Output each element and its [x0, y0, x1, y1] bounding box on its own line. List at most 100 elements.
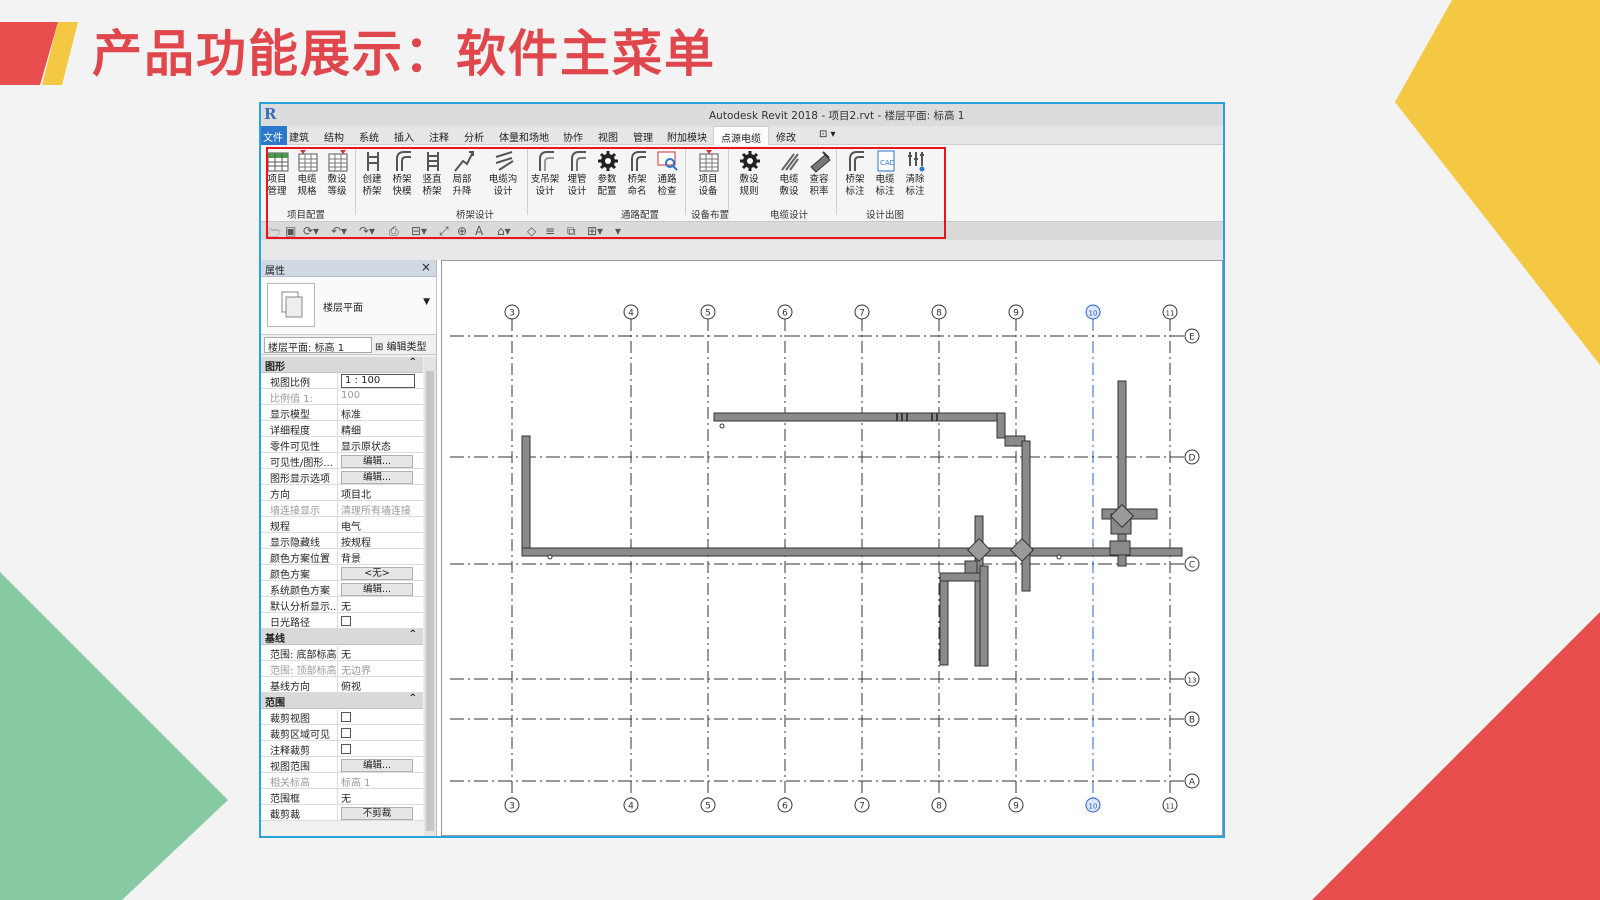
- drawing-canvas[interactable]: 3 3 4 4 5 5 6 6 7 7 8 8 9 9 10 10 11 11 E D C 13 B A: [441, 260, 1223, 836]
- tab-systems[interactable]: 系统: [359, 129, 379, 144]
- support-design-button[interactable]: 支吊架 设计: [528, 148, 562, 210]
- tab-structure[interactable]: 结构: [324, 129, 344, 144]
- edit-button[interactable]: 编辑...: [341, 471, 413, 484]
- tab-cable-plugin[interactable]: 点源电缆: [713, 126, 769, 146]
- cable-tray[interactable]: [521, 435, 531, 557]
- laying-grade-button[interactable]: 敷设 等级: [323, 148, 351, 210]
- property-value[interactable]: 编辑...: [338, 581, 423, 596]
- cable-tag-button[interactable]: CAD 电缆 标注: [871, 148, 899, 210]
- vertical-tray-button[interactable]: 竖直 桥架: [418, 148, 446, 210]
- property-section-header[interactable]: 图形 ⌃: [261, 357, 423, 373]
- property-value[interactable]: [338, 741, 423, 756]
- scrollbar-thumb[interactable]: [426, 371, 434, 831]
- print-icon[interactable]: ⎙: [389, 224, 399, 239]
- dimension-icon[interactable]: ⤢: [439, 224, 449, 239]
- floor-plan-drawing[interactable]: 3 3 4 4 5 5 6 6 7 7 8 8 9 9 10 10 11 11 E D C 13 B A: [442, 261, 1222, 835]
- property-value[interactable]: [338, 613, 423, 628]
- tab-manage[interactable]: 管理: [633, 129, 653, 144]
- collapse-icon[interactable]: ⌃: [409, 693, 417, 704]
- local-lift-button[interactable]: 局部 升降: [448, 148, 476, 210]
- edit-button[interactable]: <无>: [341, 567, 413, 580]
- customize-qat-icon[interactable]: ▾: [615, 224, 621, 238]
- checkbox[interactable]: [341, 728, 351, 738]
- collapse-icon[interactable]: ⌃: [409, 357, 417, 368]
- tab-addins[interactable]: 附加模块: [667, 129, 707, 144]
- switch-windows-icon[interactable]: ⊞▾: [587, 224, 603, 238]
- revit-logo-icon[interactable]: R: [264, 105, 276, 123]
- tag-icon[interactable]: ⊕: [457, 224, 467, 238]
- instance-selector[interactable]: 楼层平面: 标高 1: [264, 337, 372, 353]
- thin-lines-icon[interactable]: ≡: [545, 224, 555, 238]
- param-config-button[interactable]: 参数 配置: [593, 148, 621, 210]
- sync-icon[interactable]: ⟳▾: [303, 224, 319, 238]
- property-value[interactable]: [338, 725, 423, 740]
- property-value[interactable]: [338, 709, 423, 724]
- tab-insert[interactable]: 插入: [394, 129, 414, 144]
- tray-quick-model-button[interactable]: 桥架 快模: [388, 148, 416, 210]
- tray-naming-button[interactable]: 桥架 命名: [623, 148, 651, 210]
- property-value[interactable]: 编辑...: [338, 757, 423, 772]
- cable-tray[interactable]: [996, 412, 1006, 439]
- undo-icon[interactable]: ↶▾: [331, 224, 347, 238]
- property-value[interactable]: 背景: [338, 549, 423, 564]
- conduit-design-button[interactable]: 埋管 设计: [563, 148, 591, 210]
- type-selector[interactable]: 楼层平面 ▼: [261, 277, 436, 335]
- section-icon[interactable]: ◇: [527, 224, 536, 238]
- property-section-header[interactable]: 基线 ⌃: [261, 629, 423, 645]
- edit-type-button[interactable]: ⊞ 编辑类型: [375, 338, 427, 353]
- create-tray-button[interactable]: 创建 桥架: [358, 148, 386, 210]
- close-windows-icon[interactable]: ⧉: [567, 224, 576, 239]
- edit-button[interactable]: 不剪裁: [341, 807, 413, 820]
- fill-ratio-button[interactable]: 查容 积率: [805, 148, 833, 210]
- cable-tray[interactable]: [1021, 440, 1031, 592]
- property-value[interactable]: 电气: [338, 517, 423, 532]
- clear-tags-button[interactable]: 清除 标注: [901, 148, 929, 210]
- tab-modify[interactable]: 修改: [776, 129, 796, 144]
- property-section-header[interactable]: 范围 ⌃: [261, 693, 423, 709]
- cable-tray[interactable]: [1109, 540, 1131, 556]
- tab-massing-site[interactable]: 体量和场地: [499, 129, 549, 144]
- cable-tray[interactable]: [713, 412, 1005, 422]
- tab-file[interactable]: 文件: [261, 126, 287, 145]
- tab-collaborate[interactable]: 协作: [563, 129, 583, 144]
- property-value[interactable]: 不剪裁: [338, 805, 423, 820]
- cable-trench-button[interactable]: 电缆沟 设计: [483, 148, 523, 210]
- tab-panel-toggle[interactable]: ⊡ ▾: [819, 129, 836, 140]
- cable-tray[interactable]: [939, 572, 949, 666]
- cable-spec-button[interactable]: 电缆 规格: [293, 148, 321, 210]
- tab-architecture[interactable]: 建筑: [289, 129, 309, 144]
- chevron-down-icon[interactable]: ▼: [423, 297, 430, 307]
- tray-tag-button[interactable]: 桥架 标注: [841, 148, 869, 210]
- property-value[interactable]: 1 : 100: [338, 373, 423, 388]
- cable-tray[interactable]: [1117, 380, 1127, 567]
- edit-button[interactable]: 编辑...: [341, 759, 413, 772]
- property-value[interactable]: 显示原状态: [338, 437, 423, 452]
- text-icon[interactable]: A: [475, 224, 483, 238]
- cable-tray[interactable]: [979, 565, 989, 667]
- checkbox[interactable]: [341, 616, 351, 626]
- edit-button[interactable]: 编辑...: [341, 583, 413, 596]
- tab-analyze[interactable]: 分析: [464, 129, 484, 144]
- checkbox[interactable]: [341, 712, 351, 722]
- laying-rule-button[interactable]: 敷设 规则: [735, 148, 763, 210]
- measure-icon[interactable]: ⊟▾: [411, 224, 427, 238]
- property-value[interactable]: 精细: [338, 421, 423, 436]
- save-icon[interactable]: ▣: [285, 224, 296, 238]
- project-manage-button[interactable]: 项目 管理: [263, 148, 291, 210]
- 3d-view-icon[interactable]: ⌂▾: [497, 224, 511, 238]
- edit-button[interactable]: 编辑...: [341, 455, 413, 468]
- property-value[interactable]: 无: [338, 597, 423, 612]
- cable-tray[interactable]: [964, 560, 978, 574]
- cable-tray[interactable]: [939, 572, 981, 582]
- redo-icon[interactable]: ↷▾: [359, 224, 375, 238]
- checkbox[interactable]: [341, 744, 351, 754]
- close-icon[interactable]: ×: [421, 260, 431, 274]
- scale-input[interactable]: 1 : 100: [341, 374, 415, 388]
- property-value[interactable]: 按规程: [338, 533, 423, 548]
- property-value[interactable]: 编辑...: [338, 453, 423, 468]
- cable-tray[interactable]: [521, 547, 1183, 557]
- cable-laying-button[interactable]: 电缆 敷设: [775, 148, 803, 210]
- scrollbar[interactable]: [424, 357, 436, 836]
- property-value[interactable]: 标准: [338, 405, 423, 420]
- tab-view[interactable]: 视图: [598, 129, 618, 144]
